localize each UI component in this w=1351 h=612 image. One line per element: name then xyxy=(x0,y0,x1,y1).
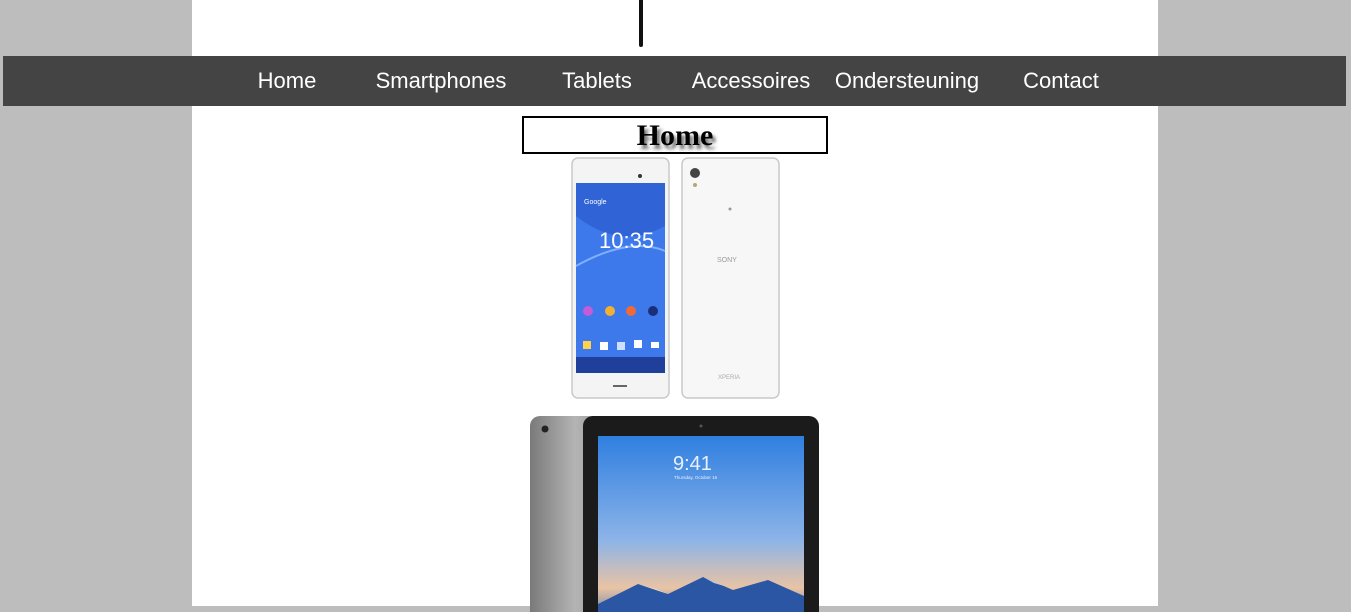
phone-brand-label: SONY xyxy=(717,257,737,264)
phone-model-label: XPERIA xyxy=(718,375,740,381)
top-divider-line xyxy=(639,0,643,47)
nav-item-accessoires[interactable]: Accessoires xyxy=(684,56,818,106)
tablet-time-label: 9:41 xyxy=(673,453,712,475)
nav-item-home[interactable]: Home xyxy=(229,56,345,106)
page-title-box: Home xyxy=(522,116,828,154)
phone-time-label: 10:35 xyxy=(599,228,654,253)
tablet-product-image: 9:41 Thursday, October 16 xyxy=(530,416,819,612)
smartphone-product-image: Google 10:35 SONY XPERIA xyxy=(571,157,780,399)
nav-item-smartphones[interactable]: Smartphones xyxy=(367,56,515,106)
tablet-date-label: Thursday, October 16 xyxy=(674,475,718,480)
page-title: Home xyxy=(636,119,714,152)
nav-item-ondersteuning[interactable]: Ondersteuning xyxy=(831,56,983,106)
nav-item-tablets[interactable]: Tablets xyxy=(538,56,656,106)
nav-item-contact[interactable]: Contact xyxy=(1003,56,1119,106)
phone-google-label: Google xyxy=(584,199,607,206)
main-navbar: Home Smartphones Tablets Accessoires Ond… xyxy=(3,56,1346,106)
